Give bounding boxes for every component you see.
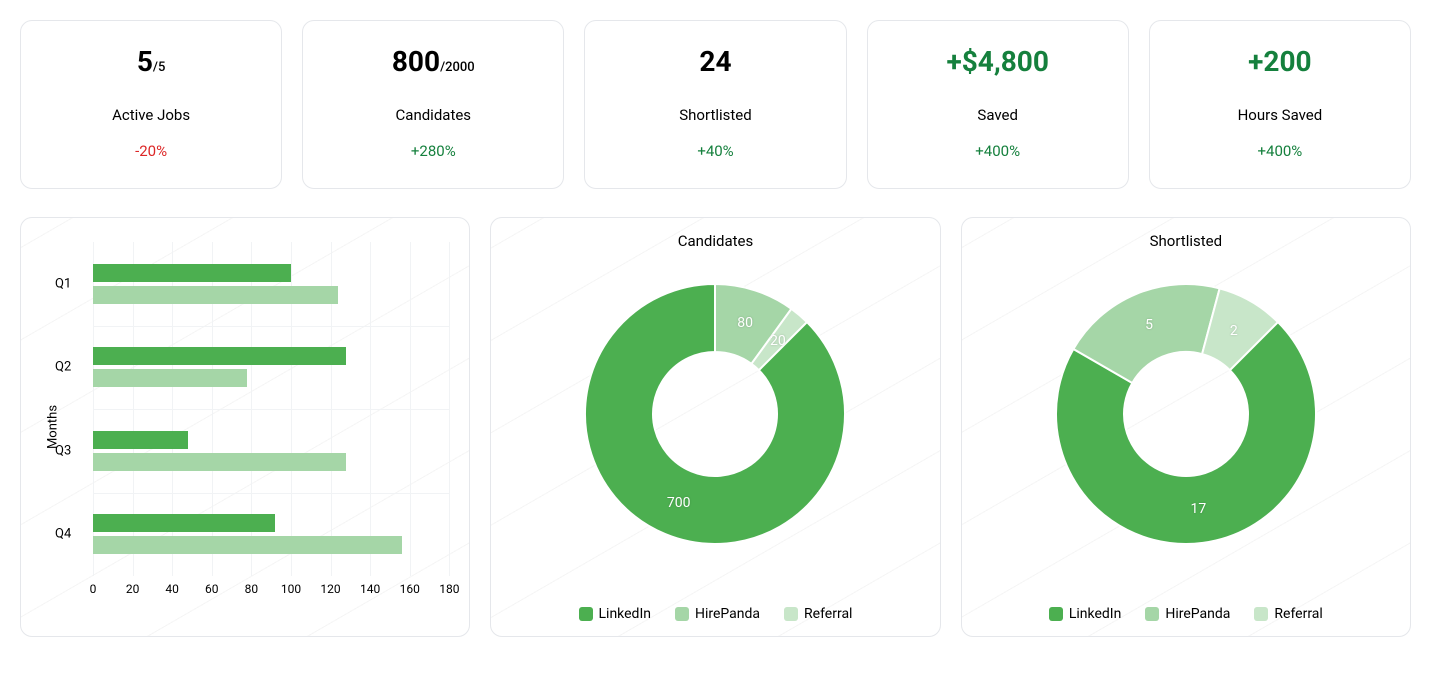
- kpi-card-candidates: 800/2000 Candidates +280%: [302, 20, 564, 189]
- kpi-change: +40%: [601, 142, 829, 160]
- legend-item: LinkedIn: [579, 606, 652, 622]
- x-tick-label: 60: [205, 582, 219, 596]
- kpi-label: Shortlisted: [601, 106, 829, 124]
- category-label: Q3: [55, 443, 71, 458]
- bar-series-a: [93, 431, 188, 449]
- legend: LinkedIn HirePanda Referral: [491, 606, 939, 622]
- x-tick-label: 180: [439, 582, 459, 596]
- kpi-card-saved: +$4,800 Saved +400%: [867, 20, 1129, 189]
- legend-item: Referral: [784, 606, 852, 622]
- legend: LinkedIn HirePanda Referral: [962, 606, 1410, 622]
- bar-series-a: [93, 264, 291, 282]
- legend-item: LinkedIn: [1049, 606, 1122, 622]
- kpi-label: Saved: [884, 106, 1112, 124]
- x-tick-label: 100: [281, 582, 301, 596]
- x-tick-label: 120: [320, 582, 340, 596]
- donut-chart: 1752: [1046, 274, 1326, 554]
- legend-item: HirePanda: [1145, 606, 1230, 622]
- legend-item: Referral: [1254, 606, 1322, 622]
- kpi-change: +400%: [1166, 142, 1394, 160]
- x-tick-label: 80: [245, 582, 259, 596]
- x-tick-label: 40: [165, 582, 179, 596]
- kpi-value: +$4,800: [884, 45, 1112, 78]
- swatch-icon: [579, 607, 593, 621]
- kpi-card-active-jobs: 5/5 Active Jobs -20%: [20, 20, 282, 189]
- bar-series-a: [93, 514, 275, 532]
- swatch-icon: [1254, 607, 1268, 621]
- bar-plot-area: Q1Q2Q3Q4: [93, 242, 449, 576]
- kpi-value: 800/2000: [319, 45, 547, 78]
- swatch-icon: [1145, 607, 1159, 621]
- bar-chart-card: Months Q1Q2Q3Q4 020406080100120140160180: [20, 217, 470, 637]
- kpi-value: 5/5: [37, 45, 265, 78]
- donut-area: 7008020: [491, 274, 939, 554]
- donut-card-shortlisted: Shortlisted 1752 LinkedIn HirePanda Refe…: [961, 217, 1411, 637]
- kpi-change: +280%: [319, 142, 547, 160]
- bar-series-b: [93, 369, 247, 387]
- kpi-change: +400%: [884, 142, 1112, 160]
- category-label: Q2: [55, 360, 71, 375]
- x-tick-label: 20: [126, 582, 140, 596]
- kpi-value: 24: [601, 45, 829, 78]
- kpi-label: Active Jobs: [37, 106, 265, 124]
- kpi-card-hours-saved: +200 Hours Saved +400%: [1149, 20, 1411, 189]
- charts-row: Months Q1Q2Q3Q4 020406080100120140160180…: [20, 217, 1411, 637]
- kpi-change: -20%: [37, 142, 265, 160]
- x-axis-ticks: 020406080100120140160180: [93, 582, 449, 600]
- donut-chart: 7008020: [575, 274, 855, 554]
- category-label: Q1: [55, 276, 71, 291]
- chart-title: Candidates: [491, 218, 939, 256]
- chart-title: Shortlisted: [962, 218, 1410, 256]
- kpi-card-shortlisted: 24 Shortlisted +40%: [584, 20, 846, 189]
- bar-series-b: [93, 286, 338, 304]
- bar-series-b: [93, 453, 346, 471]
- kpi-label: Candidates: [319, 106, 547, 124]
- donut-card-candidates: Candidates 7008020 LinkedIn HirePanda Re…: [490, 217, 940, 637]
- swatch-icon: [675, 607, 689, 621]
- x-tick-label: 160: [400, 582, 420, 596]
- kpi-label: Hours Saved: [1166, 106, 1394, 124]
- legend-item: HirePanda: [675, 606, 760, 622]
- category-label: Q4: [55, 527, 71, 542]
- bar-series-b: [93, 536, 402, 554]
- x-tick-label: 140: [360, 582, 380, 596]
- donut-area: 1752: [962, 274, 1410, 554]
- kpi-value: +200: [1166, 45, 1394, 78]
- bar-series-a: [93, 347, 346, 365]
- x-tick-label: 0: [90, 582, 97, 596]
- swatch-icon: [1049, 607, 1063, 621]
- swatch-icon: [784, 607, 798, 621]
- kpi-row: 5/5 Active Jobs -20% 800/2000 Candidates…: [20, 20, 1411, 189]
